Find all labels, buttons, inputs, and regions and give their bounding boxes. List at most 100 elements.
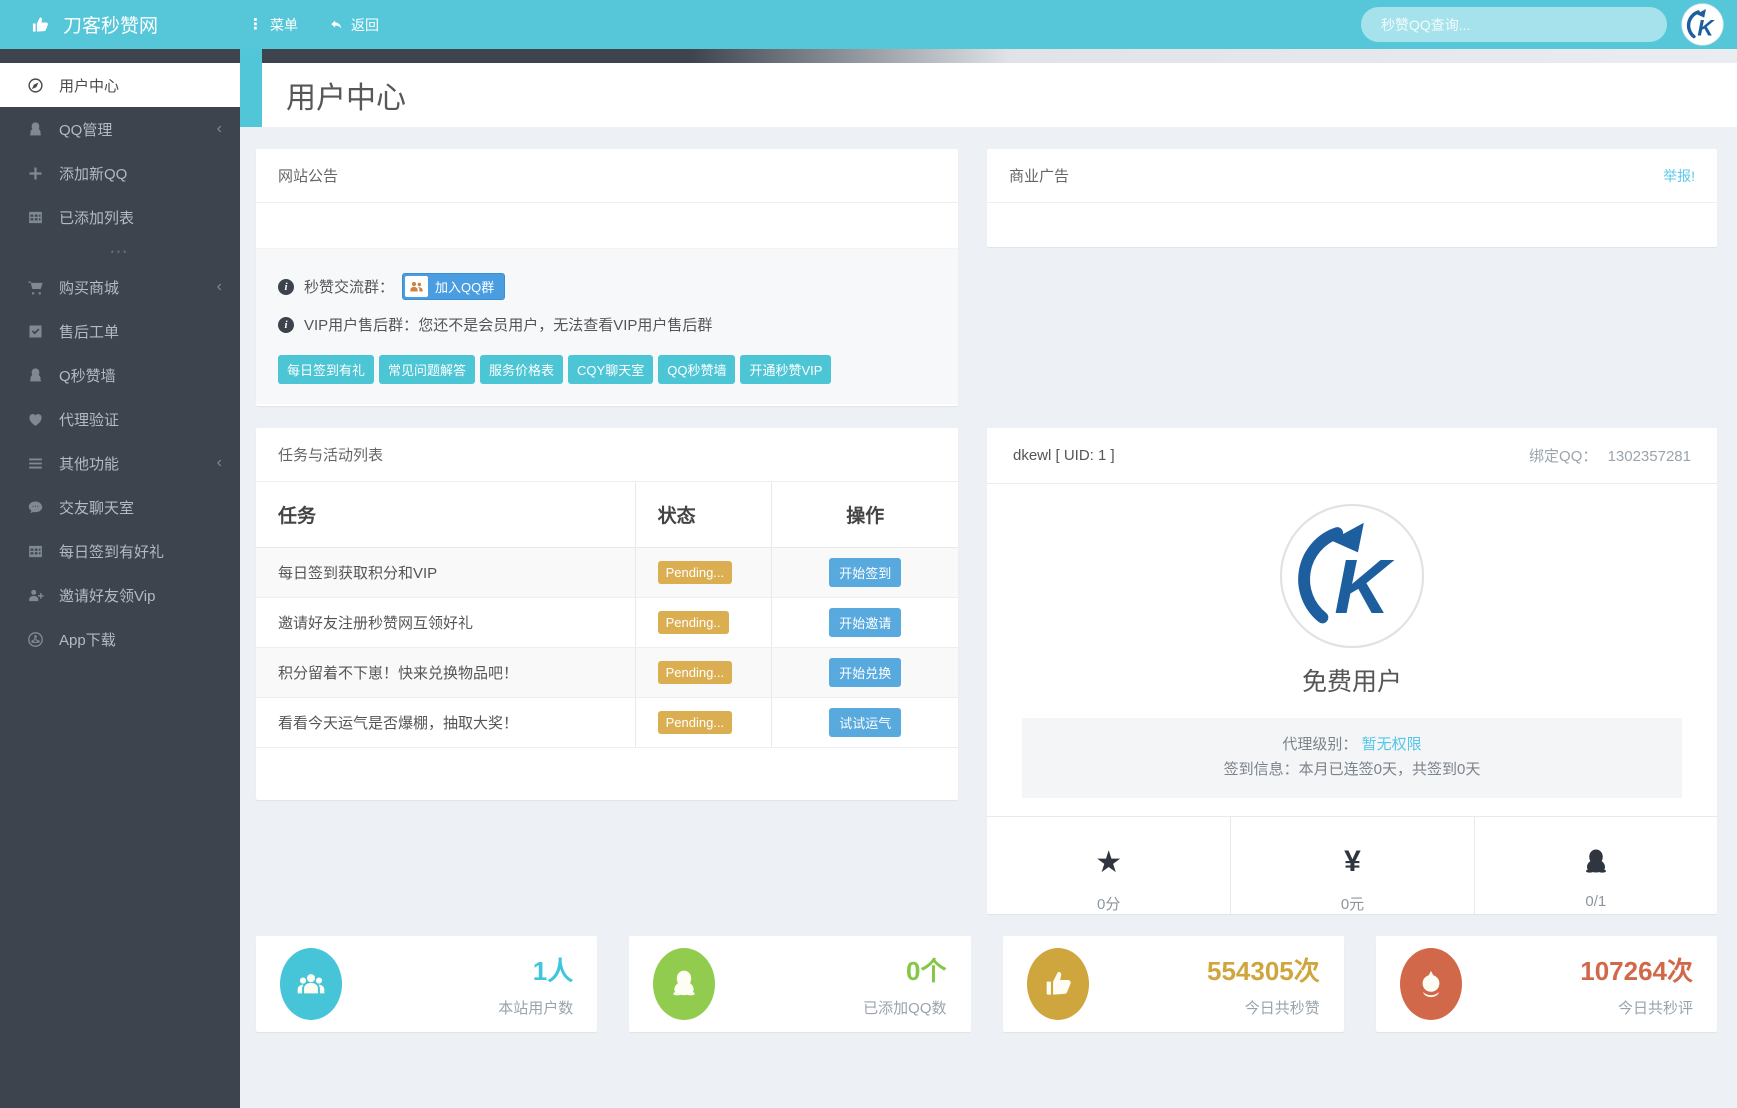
table-icon xyxy=(27,209,44,226)
sidebar-item-shop[interactable]: 购买商城 ‹ xyxy=(0,265,240,309)
table-row: 每日签到获取积分和VIP Pending... 开始签到 xyxy=(256,547,958,598)
no-permission-link[interactable]: 暂无权限 xyxy=(1362,736,1422,753)
report-link[interactable]: 举报! xyxy=(1663,166,1695,186)
yen-icon: ¥ xyxy=(1344,845,1361,878)
tasks-title: 任务与活动列表 xyxy=(256,428,958,482)
table-row: 积分留着不下崽！快来兑换物品吧！ Pending... 开始兑换 xyxy=(256,647,958,698)
announcement-title: 网站公告 xyxy=(256,149,958,203)
back-arrow-icon xyxy=(330,18,344,32)
start-invite-button[interactable]: 开始邀请 xyxy=(829,608,902,637)
stat-value: 1人 xyxy=(532,955,574,986)
plus-icon xyxy=(27,165,44,182)
rebel-icon xyxy=(1399,948,1462,1020)
vip-text: 您还不是会员用户，无法查看VIP用户售后群 xyxy=(418,317,713,334)
info-icon: i xyxy=(278,316,294,333)
sidebar-item-other-functions[interactable]: 其他功能 ‹ xyxy=(0,441,240,485)
sidebar-item-add-qq[interactable]: 添加新QQ xyxy=(0,151,240,195)
start-signin-button[interactable]: 开始签到 xyxy=(829,558,902,587)
brand-title: 刀客秒赞网 xyxy=(63,16,159,37)
quick-link-qq-like-wall[interactable]: QQ秒赞墙 xyxy=(658,355,736,384)
profile-card: dkewl [ UID: 1 ] 绑定QQ： 1302357281 免费用户 代… xyxy=(987,428,1717,914)
sidebar-item-daily-signin[interactable]: 每日签到有好礼 xyxy=(0,529,240,573)
chevron-left-icon: ‹ xyxy=(216,278,222,295)
agent-level-line: 代理级别： 暂无权限 xyxy=(1282,736,1422,753)
avatar xyxy=(1278,502,1426,650)
status-badge: Pending... xyxy=(657,561,733,584)
stat-card-added-qq: 0个 已添加QQ数 xyxy=(629,936,971,1032)
menu-button[interactable]: ⋮ 菜单 xyxy=(248,15,298,35)
announcement-notices: i 秒赞交流群： 加入QQ群 i VIP用户售后群： 您还不是会员用户，无法查看… xyxy=(256,249,958,404)
star-icon: ★ xyxy=(1095,845,1123,879)
page-title: 用户中心 xyxy=(286,82,406,115)
sidebar-item-chat-room[interactable]: 交友聊天室 xyxy=(0,485,240,529)
status-badge: Pending... xyxy=(657,711,733,734)
column-header-task: 任务 xyxy=(256,482,636,548)
stat-label: 已添加QQ数 xyxy=(863,999,947,1017)
users-icon xyxy=(280,948,342,1020)
bind-qq-label: 绑定QQ： xyxy=(1529,448,1598,465)
qq-icon xyxy=(27,121,44,138)
status-badge: Pending... xyxy=(657,661,733,684)
stat-card-site-users: 1人 本站用户数 xyxy=(256,936,598,1032)
vip-notice-line: i VIP用户售后群： 您还不是会员用户，无法查看VIP用户售后群 xyxy=(278,314,936,335)
quick-link-price-list[interactable]: 服务价格表 xyxy=(480,355,564,384)
bind-qq-value: 1302357281 xyxy=(1607,448,1691,465)
try-luck-button[interactable]: 试试运气 xyxy=(829,708,902,737)
table-row: 邀请好友注册秒赞网互领好礼 Pending.. 开始邀请 xyxy=(256,597,958,648)
balance-stat: ¥ 0元 xyxy=(1230,817,1473,914)
vertical-dots-icon: ⋮ xyxy=(248,16,263,33)
sidebar-item-app-download[interactable]: App下载 xyxy=(0,617,240,661)
vip-label: VIP用户售后群： xyxy=(304,317,419,334)
tasks-table: 任务 状态 操作 每日签到获取积分和VIP Pending... 开始签到 邀请… xyxy=(256,482,958,748)
ad-body xyxy=(987,203,1717,247)
balance-value: 0元 xyxy=(1340,896,1365,913)
agent-sign-info-box: 代理级别： 暂无权限 签到信息：本月已连签0天，共签到0天 xyxy=(1022,718,1682,798)
chevron-left-icon: ‹ xyxy=(216,454,222,471)
join-qq-group-button[interactable]: 加入QQ群 xyxy=(402,273,506,300)
ad-panel: 商业广告 举报! xyxy=(987,149,1717,247)
column-header-action: 操作 xyxy=(771,482,958,548)
sidebar-item-invite-vip[interactable]: 邀请好友领Vip xyxy=(0,573,240,617)
quick-link-faq[interactable]: 常见问题解答 xyxy=(379,355,476,384)
start-exchange-button[interactable]: 开始兑换 xyxy=(829,658,902,687)
points-value: 0分 xyxy=(1096,896,1121,913)
heart-icon xyxy=(27,411,44,428)
qq-group-icon xyxy=(405,276,429,297)
sidebar-item-user-center[interactable]: 用户中心 xyxy=(0,63,240,107)
page-header-band: 用户中心 xyxy=(240,63,1737,127)
stat-value: 0个 xyxy=(906,955,947,986)
user-level: 免费用户 xyxy=(1301,668,1402,696)
stat-label: 本站用户数 xyxy=(498,999,574,1017)
back-button[interactable]: 返回 xyxy=(330,15,379,35)
announcement-panel: 网站公告 i 秒赞交流群： 加入QQ群 i VIP用户售后群： 您还不是会员用户… xyxy=(256,149,958,406)
sidebar: 用户中心 QQ管理 ‹ 添加新QQ 已添加列表 ••• 购买商城 ‹ 售后工单 … xyxy=(0,49,240,1108)
quick-link-daily-signin[interactable]: 每日签到有礼 xyxy=(278,355,375,384)
quick-link-cqy-chat[interactable]: CQY聊天室 xyxy=(568,355,654,384)
sidebar-item-agent-verify[interactable]: 代理验证 xyxy=(0,397,240,441)
main-content: 网站公告 i 秒赞交流群： 加入QQ群 i VIP用户售后群： 您还不是会员用户… xyxy=(240,127,1737,1108)
group-label: 秒赞交流群： xyxy=(304,279,395,296)
task-cell: 每日签到获取积分和VIP xyxy=(256,547,636,598)
table-icon xyxy=(27,543,44,560)
share-icon xyxy=(27,631,44,648)
chat-icon xyxy=(27,499,44,516)
sidebar-item-qq-manage[interactable]: QQ管理 ‹ xyxy=(0,107,240,151)
sidebar-item-aftersale-ticket[interactable]: 售后工单 xyxy=(0,309,240,353)
sidebar-item-q-like-wall[interactable]: Q秒赞墙 xyxy=(0,353,240,397)
quick-link-open-vip[interactable]: 开通秒赞VIP xyxy=(740,355,832,384)
sidebar-item-added-list[interactable]: 已添加列表 xyxy=(0,195,240,239)
site-logo-avatar[interactable] xyxy=(1681,3,1724,46)
tasks-panel: 任务与活动列表 任务 状态 操作 每日签到获取积分和VIP Pending...… xyxy=(256,428,958,800)
brand[interactable]: 刀客秒赞网 xyxy=(30,11,230,38)
column-header-status: 状态 xyxy=(634,482,772,548)
search-input[interactable] xyxy=(1361,7,1667,42)
top-header: 刀客秒赞网 ⋮ 菜单 返回 xyxy=(0,0,1737,49)
table-row: 看看今天运气是否爆棚，抽取大奖！ Pending... 试试运气 xyxy=(256,697,958,748)
task-cell: 邀请好友注册秒赞网互领好礼 xyxy=(256,597,636,648)
compass-icon xyxy=(27,77,44,94)
ad-title: 商业广告 xyxy=(1009,168,1070,185)
sign-info-line: 签到信息：本月已连签0天，共签到0天 xyxy=(1223,761,1481,778)
stat-card-today-likes: 554305次 今日共秒赞 xyxy=(1002,936,1344,1032)
top-nav: ⋮ 菜单 返回 xyxy=(248,15,379,35)
stat-card-today-comments: 107264次 今日共秒评 xyxy=(1375,936,1717,1032)
